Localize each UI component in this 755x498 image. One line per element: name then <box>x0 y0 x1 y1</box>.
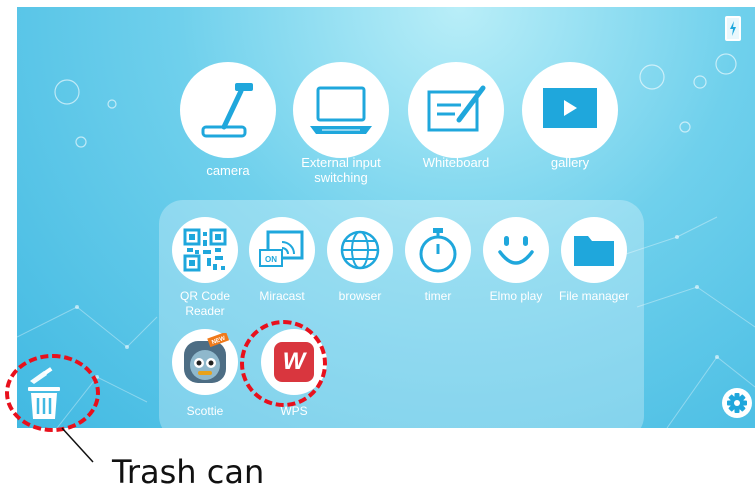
trash-can-caption: Trash can <box>112 453 265 491</box>
callout-pointer-line <box>61 427 94 463</box>
